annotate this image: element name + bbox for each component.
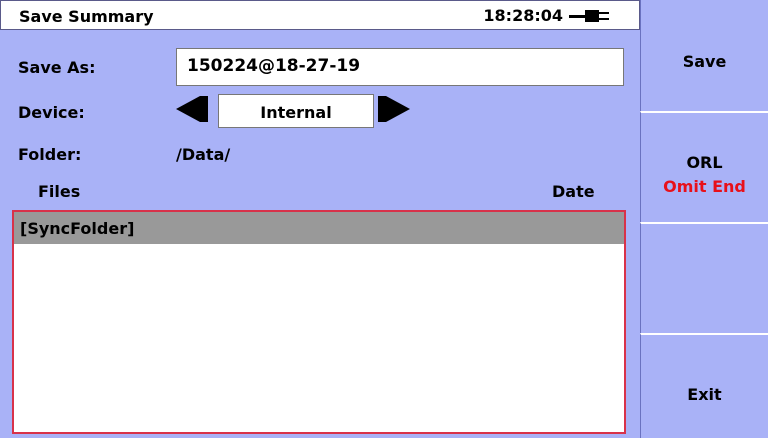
list-item[interactable]: [SyncFolder] <box>14 212 624 244</box>
list-item-name: [SyncFolder] <box>20 219 135 238</box>
save-as-field[interactable]: 150224@18-27-19 <box>176 48 624 86</box>
orl-button-sublabel: Omit End <box>663 177 746 196</box>
exit-button[interactable]: Exit <box>640 333 768 438</box>
save-button-label: Save <box>682 52 727 71</box>
orl-button-label: ORL <box>686 153 723 172</box>
softkey-panel: Save ORL Omit End Exit <box>640 0 768 438</box>
device-selector[interactable]: Internal <box>218 94 374 128</box>
empty-softkey[interactable] <box>640 222 768 333</box>
save-button[interactable]: Save <box>640 0 768 111</box>
save-as-label: Save As: <box>18 58 96 77</box>
device-next-arrow-bar[interactable] <box>378 96 386 122</box>
folder-path: /Data/ <box>176 145 231 164</box>
clock-display: 18:28:04 <box>483 6 563 25</box>
file-list[interactable]: [SyncFolder] <box>12 210 626 434</box>
orl-omit-end-button[interactable]: ORL Omit End <box>640 111 768 222</box>
files-column-header: Files <box>38 182 81 201</box>
device-prev-arrow-icon[interactable] <box>176 96 200 122</box>
save-summary-panel: Save Summary 18:28:04 Save As: 150224@18… <box>0 0 640 438</box>
device-prev-arrow-bar[interactable] <box>200 96 208 122</box>
exit-button-label: Exit <box>687 385 722 404</box>
device-next-arrow-icon[interactable] <box>386 96 410 122</box>
date-column-header: Date <box>552 182 595 201</box>
device-label: Device: <box>18 103 85 122</box>
folder-label: Folder: <box>18 145 82 164</box>
power-plug-icon <box>569 10 609 22</box>
title-bar: Save Summary 18:28:04 <box>0 0 640 30</box>
page-title: Save Summary <box>19 7 154 26</box>
